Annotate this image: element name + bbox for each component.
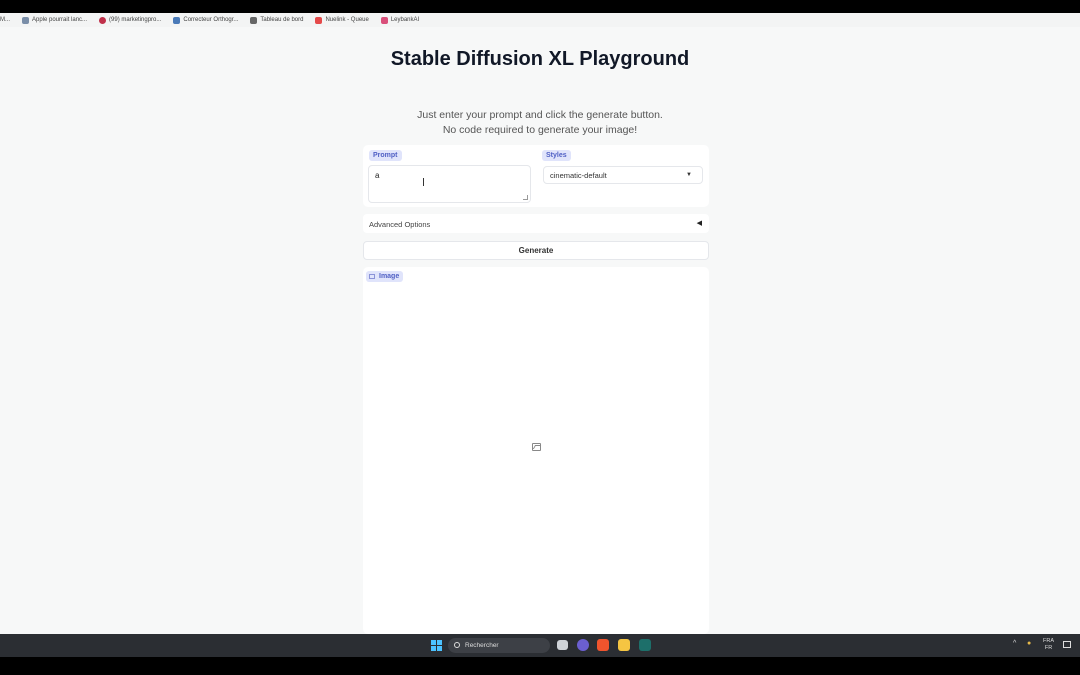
page-subtitle: Just enter your prompt and click the gen… [417, 109, 663, 121]
file-explorer-icon[interactable] [618, 639, 630, 651]
bookmark-item[interactable]: Apple pourrait lanc... [22, 16, 87, 24]
bookmark-item[interactable]: LeybankAI [380, 16, 419, 24]
prompt-input[interactable]: a [368, 165, 531, 203]
styles-select[interactable]: cinematic-default ▼ [543, 166, 703, 184]
text-cursor-icon [423, 178, 426, 186]
language-indicator[interactable]: FRA FR [1043, 638, 1054, 652]
brave-browser-icon[interactable] [597, 639, 609, 651]
bookmark-item[interactable]: Correcteur Orthogr... [173, 16, 238, 24]
advanced-options-accordion[interactable]: Advanced Options ◀ [363, 214, 709, 233]
page-title: Stable Diffusion XL Playground [390, 48, 690, 70]
site-icon [380, 16, 388, 24]
network-icon[interactable] [1063, 641, 1071, 648]
terminal-icon[interactable] [639, 639, 651, 651]
generate-button[interactable]: Generate [363, 241, 709, 260]
shield-icon [173, 16, 181, 24]
site-icon [250, 16, 258, 24]
advanced-options-label: Advanced Options [369, 220, 431, 229]
bookmark-item[interactable]: Nuelink - Queue [315, 16, 369, 24]
image-icon [369, 274, 375, 279]
taskbar-search-placeholder: Rechercher [465, 642, 499, 649]
image-label-text: Image [379, 273, 400, 280]
page-subtitle: No code required to generate your image! [442, 124, 638, 136]
chevron-down-icon: ▼ [686, 172, 692, 178]
windows-start-icon[interactable] [431, 640, 442, 651]
site-icon [22, 16, 29, 24]
teams-icon[interactable] [577, 639, 589, 651]
bookmarks-bar: M... Apple pourrait lanc... (99) marketi… [0, 13, 1080, 27]
bookmark-item[interactable]: Tableau de bord [250, 16, 303, 24]
chevron-up-icon[interactable]: ^ [1013, 640, 1016, 647]
resize-handle-icon[interactable] [523, 195, 528, 200]
image-placeholder-icon [532, 443, 541, 451]
site-icon [99, 16, 107, 24]
prompt-label: Prompt [369, 150, 402, 161]
bookmark-item[interactable]: M... [0, 17, 10, 23]
microphone-icon[interactable]: ● [1027, 640, 1031, 647]
bookmark-item[interactable]: (99) marketingpro... [99, 16, 161, 24]
site-icon [315, 16, 323, 24]
styles-label: Styles [542, 150, 571, 161]
screen: M... Apple pourrait lanc... (99) marketi… [0, 0, 1080, 675]
task-view-icon[interactable] [557, 640, 568, 650]
search-icon [454, 642, 460, 648]
taskbar-search[interactable]: Rechercher [448, 638, 550, 653]
image-label: Image [366, 271, 404, 282]
styles-selected-value: cinematic-default [550, 171, 607, 180]
collapse-arrow-icon: ◀ [696, 220, 702, 227]
prompt-value: a [375, 171, 380, 180]
